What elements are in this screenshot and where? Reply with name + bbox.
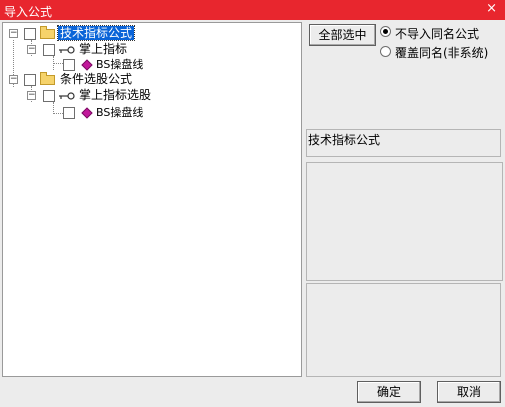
tree-toggle-palm-screen[interactable]: − [27,91,36,100]
formula-tree: − 技术指标公式 − 掌上指标 BS操盘线 − 条件选股公式 − 掌上指标选股 … [2,22,302,377]
checkbox-bs-line[interactable] [63,59,75,71]
tree-item-technical-formulas[interactable]: 技术指标公式 [56,25,136,41]
tree-toggle-palm-indicator[interactable]: − [27,45,36,54]
radio-overwrite-duplicates-label[interactable]: 覆盖同名(非系统) [395,44,488,61]
checkbox-bs-line-screen[interactable] [63,107,75,119]
title-bar: 导入公式 × [0,0,505,20]
tree-item-palm-screen[interactable]: 掌上指标选股 [79,88,151,102]
formula-gem-icon [81,59,93,71]
key-icon [59,46,75,54]
radio-overwrite-duplicates[interactable] [380,46,391,57]
checkbox-technical-formulas[interactable] [24,28,36,40]
tree-item-bs-line-screen[interactable]: BS操盘线 [96,106,143,120]
tree-item-bs-line[interactable]: BS操盘线 [96,58,143,72]
close-icon[interactable]: × [486,1,497,16]
tree-toggle-technical[interactable]: − [9,29,18,38]
tree-connector [54,63,63,64]
formula-gem-icon [81,107,93,119]
folder-icon [40,72,55,85]
window-title: 导入公式 [4,5,53,19]
key-icon [59,92,75,100]
formula-description-area [306,162,503,281]
ok-button[interactable]: 确定 [357,381,421,403]
radio-skip-duplicates-label[interactable]: 不导入同名公式 [395,25,479,42]
tree-toggle-stock-screen[interactable]: − [9,75,18,84]
folder-icon [40,26,55,39]
options-panel: 全部选中 不导入同名公式 覆盖同名(非系统) 技术指标公式 [306,22,503,377]
formula-params-area [306,283,501,377]
tree-item-palm-indicator[interactable]: 掌上指标 [79,42,127,56]
tree-item-stock-screen-formulas[interactable]: 条件选股公式 [60,72,132,86]
formula-name-box: 技术指标公式 [306,129,501,157]
formula-name-text: 技术指标公式 [308,133,381,147]
checkbox-palm-indicator[interactable] [43,44,55,56]
checkbox-stock-screen-formulas[interactable] [24,74,36,86]
checkbox-palm-screen[interactable] [43,90,55,102]
radio-skip-duplicates[interactable] [380,26,391,37]
cancel-button[interactable]: 取消 [437,381,501,403]
tree-connector [54,113,63,114]
select-all-button[interactable]: 全部选中 [309,24,376,46]
